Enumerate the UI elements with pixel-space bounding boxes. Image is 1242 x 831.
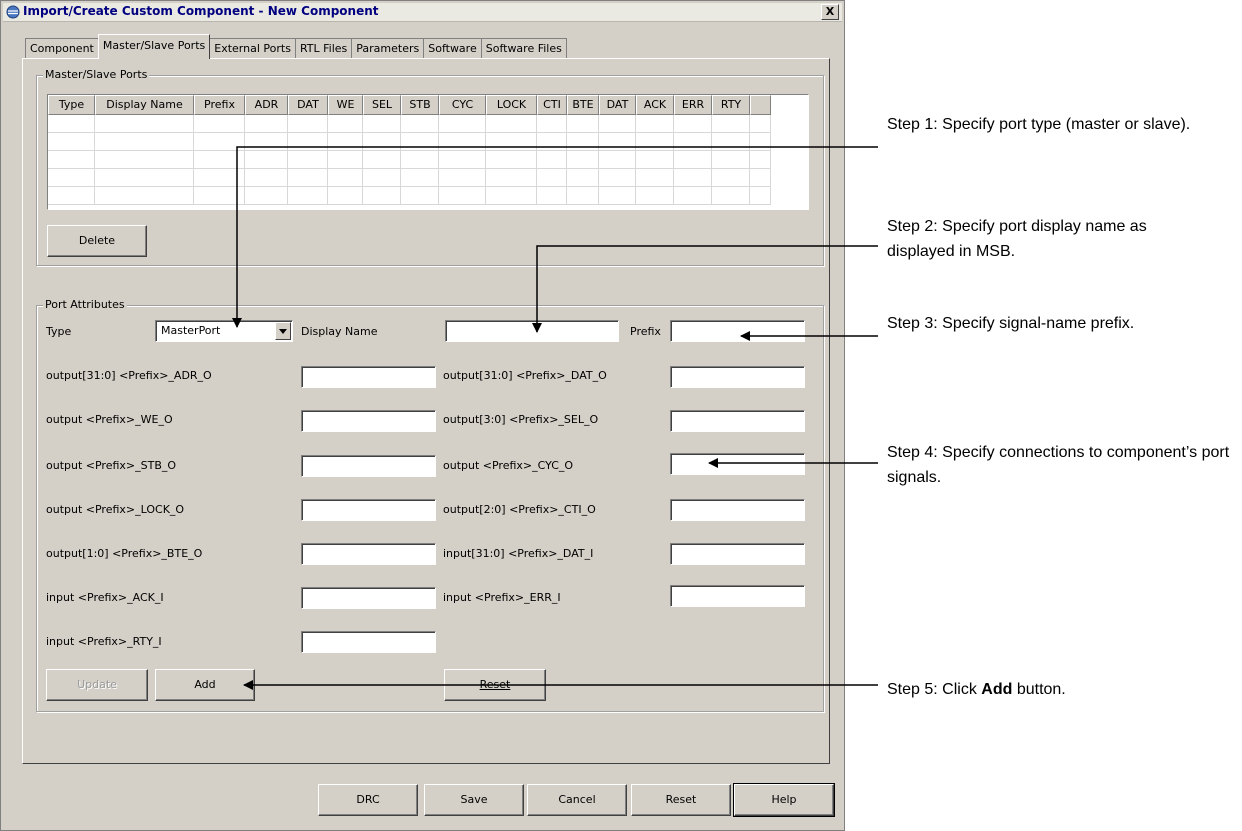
arrow-step2 (532, 245, 878, 333)
callout-arrows (232, 146, 878, 690)
tab-master-slave-ports[interactable]: Master/Slave Ports (97, 34, 211, 59)
arrow-step1 (232, 146, 878, 328)
